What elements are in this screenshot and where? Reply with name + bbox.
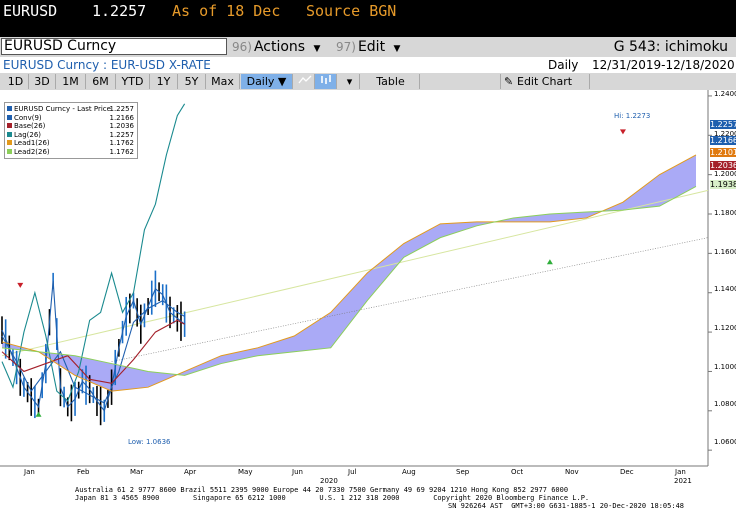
- x-tick-label: Jan: [24, 468, 35, 476]
- legend-item-lag: Lag(26) 1.2257: [7, 131, 135, 140]
- range-button-1y[interactable]: 1Y: [150, 74, 178, 89]
- legend-item-lead1: Lead1(26) 1.1762: [7, 139, 135, 148]
- x-tick-label: Dec: [620, 468, 634, 476]
- date-range: 12/31/2019-12/18/2020: [592, 58, 735, 72]
- legend-item-last-price: EURUSD Curncy - Last Price 1.2257: [7, 105, 135, 114]
- y-tick-label: 1.0600: [714, 438, 736, 446]
- legend-swatch: [7, 123, 12, 128]
- x-tick-label: Oct: [511, 468, 524, 476]
- footer-session-line: SN 926264 AST GMT+3:00 G631-1885-1 20-De…: [448, 502, 685, 510]
- range-button-1d[interactable]: 1D: [3, 74, 29, 89]
- chart-type-dropdown[interactable]: ▾: [340, 74, 360, 89]
- edit-menu-button[interactable]: 97) Edit ▼: [336, 37, 400, 57]
- x-tick-label: Apr: [184, 468, 197, 476]
- range-button-max[interactable]: Max: [206, 74, 240, 89]
- y-tick-label: 1.1000: [714, 363, 736, 371]
- legend-label: EURUSD Curncy - Last Price: [14, 105, 111, 113]
- table-button[interactable]: Table: [362, 74, 420, 89]
- range-button-3d[interactable]: 3D: [29, 74, 56, 89]
- legend-label: Lead2(26): [14, 147, 50, 156]
- x-tick-label: Nov: [565, 468, 579, 476]
- legend-value: 1.2166: [109, 113, 135, 122]
- legend-value: 1.2257: [109, 105, 135, 113]
- x-tick-label: Jul: [348, 468, 357, 476]
- lead-value-tag: 1.2101: [710, 148, 736, 157]
- legend-item-lead2: Lead2(26) 1.1762: [7, 148, 135, 157]
- edit-chart-button[interactable]: ✎ Edit Chart: [500, 74, 590, 89]
- chevron-down-icon: ▼: [313, 44, 321, 54]
- lead2-value-tag: 1.1938: [710, 180, 736, 189]
- x-tick-label: Jun: [292, 468, 303, 476]
- legend-value: 1.2036: [109, 122, 135, 130]
- chart-title-row: EURUSD Curncy : EUR-USD X-RATE Daily 12/…: [0, 57, 736, 73]
- y-tick-label: 1.1400: [714, 285, 736, 293]
- conv-value-tag: 1.2166: [710, 136, 736, 145]
- x-tick-label: Aug: [402, 468, 416, 476]
- edit-menu-label: Edit: [357, 39, 386, 55]
- as-of-date: As of 18 Dec: [172, 2, 281, 20]
- range-button-5y[interactable]: 5Y: [178, 74, 206, 89]
- y-tick-label: 1.1600: [714, 248, 736, 256]
- legend-value: 1.2257: [109, 130, 135, 139]
- legend-swatch: [7, 114, 12, 120]
- last-price: 1.2257: [92, 2, 147, 20]
- x-tick-label: Feb: [77, 468, 90, 476]
- edit-menu-number: 97): [336, 40, 356, 54]
- top-header-bar: EURUSD 1.2257 As of 18 Dec Source BGN: [0, 0, 736, 36]
- legend-value: 1.1762: [109, 139, 135, 147]
- legend-label: Conv(9): [14, 113, 42, 122]
- legend-swatch: [7, 106, 12, 111]
- x-tick-label: May: [238, 468, 253, 476]
- legend-swatch: [7, 131, 12, 137]
- line-chart-icon[interactable]: [295, 74, 315, 89]
- last-price-tag: 1.2257: [710, 120, 736, 129]
- legend-label: Lead1(26): [14, 139, 50, 147]
- actions-menu-label: Actions: [253, 39, 306, 55]
- range-button-6m[interactable]: 6M: [86, 74, 116, 89]
- command-bar: EURUSD Curncy 96) Actions ▼ 97) Edit ▼ G 5…: [0, 37, 736, 57]
- chart-area[interactable]: EURUSD Curncy - Last Price 1.2257 Conv(9)…: [0, 90, 736, 530]
- x-tick-label: Mar: [130, 468, 144, 476]
- low-annotation: Low: 1.0636: [128, 438, 171, 446]
- range-button-ytd[interactable]: YTD: [116, 74, 150, 89]
- actions-menu-number: 96): [232, 40, 252, 54]
- footer-contacts-line: Australia 61 2 9777 8600 Brazil 5511 239…: [75, 486, 569, 494]
- y-tick-label: 1.1200: [714, 324, 736, 332]
- legend-item-conv: Conv(9) 1.2166: [7, 114, 135, 123]
- actions-menu-button[interactable]: 96) Actions ▼: [232, 37, 320, 57]
- y-tick-label: 1.2000: [714, 170, 736, 178]
- base-value-tag: 1.2036: [710, 161, 736, 170]
- legend-item-base: Base(26) 1.2036: [7, 122, 135, 131]
- range-button-1m[interactable]: 1M: [56, 74, 86, 89]
- frequency-dropdown[interactable]: Daily ▼: [241, 74, 293, 89]
- chart-toolbar: 1D 3D 1M 6M YTD 1Y 5Y Max Daily ▼ ▾ Tabl…: [0, 73, 736, 91]
- ticker-symbol: EURUSD: [3, 2, 58, 20]
- year-label-2020: 2020: [320, 477, 338, 485]
- function-code: G 543: ichimoku: [613, 39, 728, 55]
- security-input[interactable]: EURUSD Curncy: [1, 38, 227, 55]
- legend-swatch: [7, 148, 12, 154]
- security-description: EURUSD Curncy : EUR-USD X-RATE: [3, 58, 211, 72]
- x-tick-label: Sep: [456, 468, 470, 476]
- y-tick-label: 1.2400: [714, 90, 736, 98]
- legend-label: Lag(26): [14, 130, 42, 139]
- y-tick-label: 1.0800: [714, 400, 736, 408]
- chart-legend: EURUSD Curncy - Last Price 1.2257 Conv(9)…: [4, 102, 138, 159]
- edit-chart-label: Edit Chart: [517, 75, 573, 88]
- legend-swatch: [7, 140, 12, 145]
- x-tick-label: Jan: [675, 468, 686, 476]
- footer-copyright-line: Japan 81 3 4565 8900 Singapore 65 6212 1…: [75, 494, 590, 502]
- legend-value: 1.1762: [109, 147, 135, 156]
- bar-chart-icon[interactable]: [315, 74, 337, 89]
- chevron-down-icon: ▼: [393, 44, 401, 54]
- y-tick-label: 1.1800: [714, 209, 736, 217]
- chart-period: Daily: [548, 58, 579, 72]
- pencil-icon: ✎: [504, 75, 514, 88]
- year-label-2021: 2021: [674, 477, 692, 485]
- legend-label: Base(26): [14, 122, 46, 130]
- pricing-source: Source BGN: [306, 2, 397, 20]
- high-annotation: Hi: 1.2273: [614, 112, 651, 120]
